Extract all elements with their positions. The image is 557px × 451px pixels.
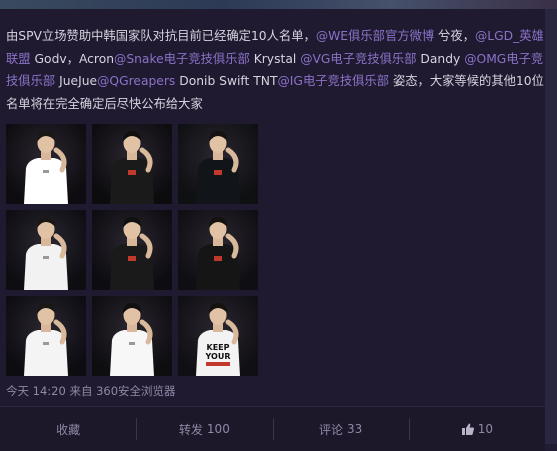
player-portrait-image [92,124,172,204]
shirt-slogan-line-2: YOUR [205,352,231,361]
player-photo-7[interactable] [6,296,86,376]
comment-label: 评论 [318,422,343,437]
page-top-banner-strip [0,0,557,9]
repost-button[interactable]: 转发 100 [136,407,272,451]
player-portrait-image [92,210,172,290]
mention-link[interactable]: @Snake电子竞技俱乐部 [114,52,250,66]
post-actions-bar: 收藏 转发 100 评论 33 10 [0,407,545,451]
post-text-segment: Donib Swift TNT [175,74,278,88]
player-portrait-image [178,210,258,290]
post-time: 今天 14:20 [6,384,66,398]
player-portrait-image [6,210,86,290]
mention-link[interactable]: @VG电子竞技俱乐部 [300,52,416,66]
like-button[interactable]: 10 [408,407,545,451]
page-scrollbar[interactable] [545,9,557,444]
shirt-slogan-line-1: KEEP [207,343,230,352]
like-count: 10 [477,422,494,436]
favorite-label: 收藏 [56,422,81,437]
mention-link[interactable]: @WE俱乐部官方微博 [316,29,434,43]
weibo-post-card: 由SPV立场赞助中韩国家队对抗目前已经确定10人名单，@WE俱乐部官方微博 兮夜… [0,9,545,451]
mention-link[interactable]: @QGreapers [97,74,175,88]
source-prefix: 来自 [69,384,93,398]
post-text-segment: JueJue [55,74,98,88]
player-photo-9[interactable]: KEEP YOUR [178,296,258,376]
post-body-text: 由SPV立场赞助中韩国家队对抗目前已经确定10人名单，@WE俱乐部官方微博 兮夜… [6,25,544,115]
player-portrait-image [6,124,86,204]
player-portrait-image: KEEPYOUR [178,296,258,376]
player-portrait-image [178,124,258,204]
favorite-button[interactable]: 收藏 [0,407,136,451]
post-text-segment: Dandy [416,51,465,66]
player-portrait-image [6,296,86,376]
photo-grid: KEEP YOUR [6,124,258,376]
post-text-segment: 由SPV立场赞助中韩国家队对抗目前已经确定10人名单， [6,29,316,43]
player-photo-6[interactable] [178,210,258,290]
player-photo-1[interactable] [6,124,86,204]
repost-label: 转发 [178,422,203,437]
comment-count: 33 [346,422,363,436]
post-text-segment: Godv，Acron [30,51,115,66]
player-photo-2[interactable] [92,124,172,204]
player-portrait-image [92,296,172,376]
thumbs-up-icon [461,423,474,435]
source-link[interactable]: 360安全浏览器 [96,384,175,398]
post-text-segment: Krystal [249,51,301,66]
player-photo-4[interactable] [6,210,86,290]
player-photo-3[interactable] [178,124,258,204]
post-meta: 今天 14:20 来自 360安全浏览器 [6,383,176,399]
comment-button[interactable]: 评论 33 [272,407,409,451]
post-text-segment: 兮夜， [434,29,475,43]
player-photo-8[interactable] [92,296,172,376]
mention-link[interactable]: @IG电子竞技俱乐部 [278,74,390,88]
repost-count: 100 [206,422,230,436]
player-photo-5[interactable] [92,210,172,290]
